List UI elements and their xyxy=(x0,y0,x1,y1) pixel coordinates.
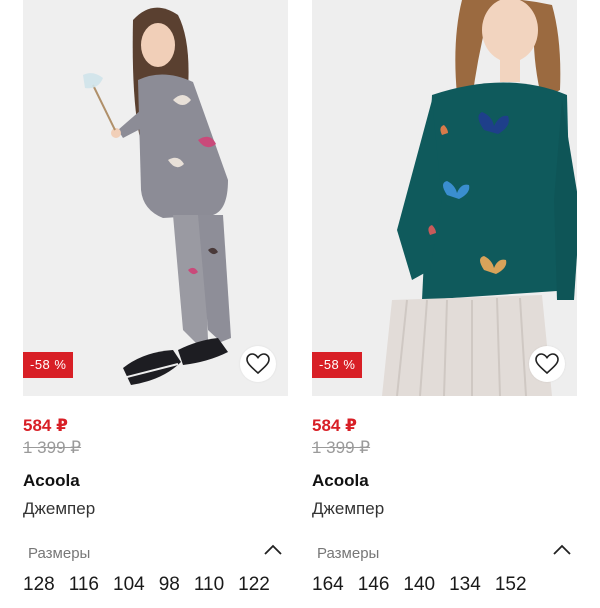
favorite-button[interactable] xyxy=(529,346,565,382)
product-brand[interactable]: Acoola xyxy=(312,471,369,491)
size-option[interactable]: 164 xyxy=(312,574,344,596)
heart-outline-icon xyxy=(535,353,559,375)
size-option[interactable]: 140 xyxy=(403,574,435,596)
product-name[interactable]: Джемпер xyxy=(23,499,95,519)
discount-badge: -58 % xyxy=(23,352,74,378)
size-list: 164 146 140 134 152 xyxy=(312,574,541,596)
size-option[interactable]: 110 xyxy=(194,574,224,596)
sale-price: 584 ₽ xyxy=(23,416,68,435)
size-option[interactable]: 128 xyxy=(23,574,55,596)
product-brand[interactable]: Acoola xyxy=(23,471,80,491)
product-photo[interactable]: -58 % xyxy=(312,0,577,396)
sizes-label: Размеры xyxy=(317,545,380,562)
size-option[interactable]: 134 xyxy=(449,574,481,596)
size-option[interactable]: 98 xyxy=(159,574,180,596)
product-image-girl-teal-butterfly-jumper xyxy=(312,0,577,396)
chevron-up-icon[interactable] xyxy=(263,542,283,558)
original-price: 1 399 ₽ xyxy=(312,438,371,457)
product-card[interactable]: -58 % 584 ₽ 1 399 ₽ Acoola Джемпер Разме… xyxy=(23,0,288,608)
heart-outline-icon xyxy=(246,353,270,375)
size-option[interactable]: 116 xyxy=(69,574,99,596)
size-option[interactable]: 104 xyxy=(113,574,145,596)
product-name[interactable]: Джемпер xyxy=(312,499,384,519)
size-list: 128 116 104 98 110 122 xyxy=(23,574,284,596)
favorite-button[interactable] xyxy=(240,346,276,382)
size-option[interactable]: 146 xyxy=(358,574,390,596)
product-card[interactable]: -58 % 584 ₽ 1 399 ₽ Acoola Джемпер Разме… xyxy=(312,0,577,608)
sizes-label: Размеры xyxy=(28,545,91,562)
product-image-girl-grey-butterfly-set xyxy=(23,0,288,396)
size-option[interactable]: 152 xyxy=(495,574,527,596)
discount-badge: -58 % xyxy=(312,352,363,378)
sale-price: 584 ₽ xyxy=(312,416,357,435)
size-option[interactable]: 122 xyxy=(238,574,270,596)
chevron-up-icon[interactable] xyxy=(552,542,572,558)
original-price: 1 399 ₽ xyxy=(23,438,82,457)
product-photo[interactable]: -58 % xyxy=(23,0,288,396)
